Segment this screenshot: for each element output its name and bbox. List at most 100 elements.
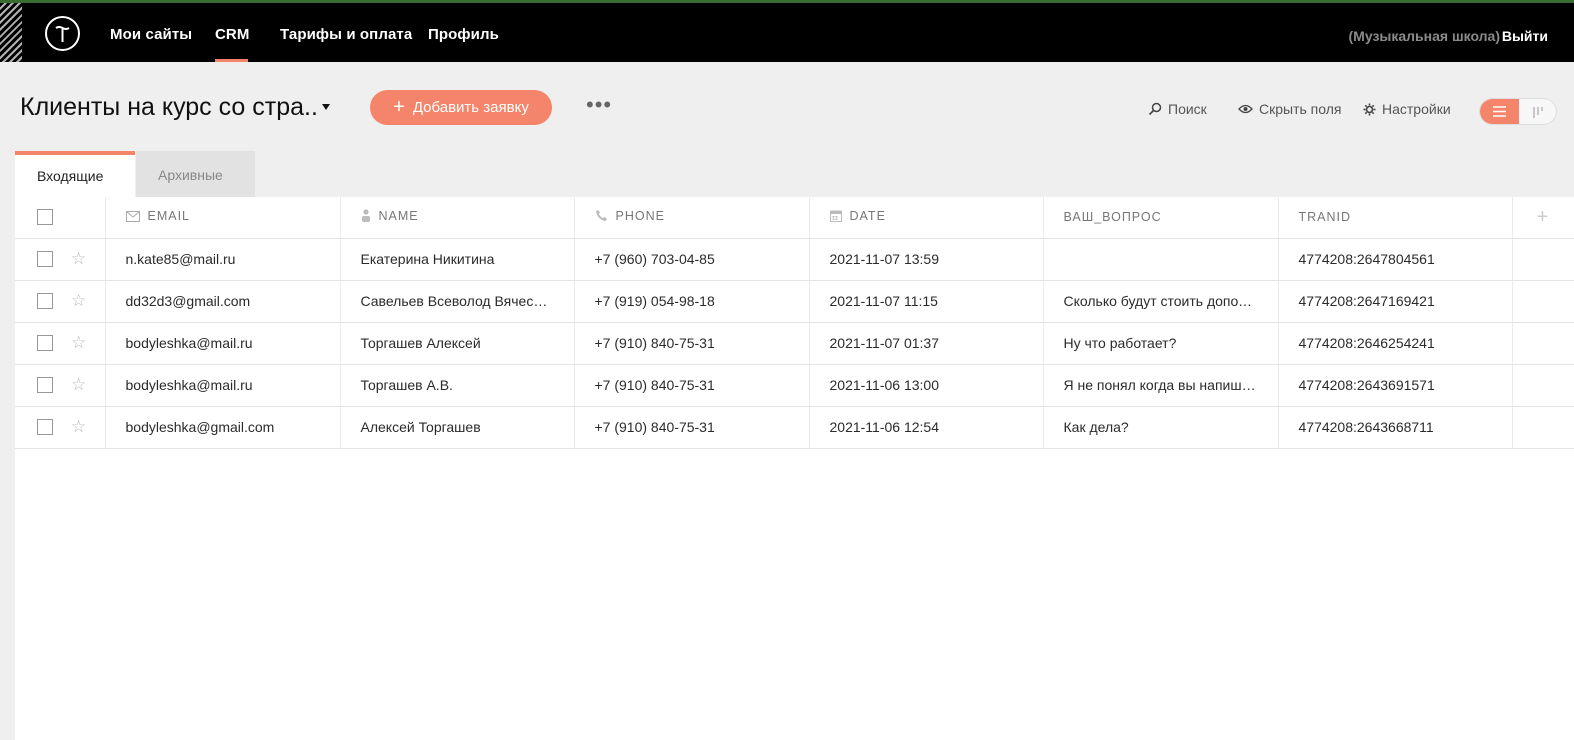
cell-phone[interactable]: +7 (910) 840-75-31 (574, 322, 810, 365)
star-icon[interactable]: ☆ (71, 417, 86, 437)
cell-phone[interactable]: +7 (960) 703-04-85 (574, 238, 810, 281)
cell-email[interactable]: bodyleshka@mail.ru (105, 364, 341, 407)
cell-email[interactable]: bodyleshka@gmail.com (105, 406, 341, 449)
tab-archived-label: Архивные (158, 167, 223, 183)
nav-my-sites[interactable]: Мои сайты (110, 26, 192, 43)
kanban-view-button[interactable] (1519, 99, 1556, 124)
row-select-cell: ☆ (15, 364, 106, 407)
cell-email[interactable]: dd32d3@gmail.com (105, 280, 341, 323)
leads-table: EMAIL NAME PHONE DATE ВАШ_ВОПРОС TRANID … (15, 197, 1574, 449)
cell-empty (1512, 322, 1574, 365)
column-header-phone[interactable]: PHONE (574, 197, 810, 239)
cell-email[interactable]: n.kate85@mail.ru (105, 238, 341, 281)
cell-name[interactable]: Екатерина Никитина (340, 238, 575, 281)
column-header-question[interactable]: ВАШ_ВОПРОС (1043, 197, 1279, 239)
cell-tranid[interactable]: 4774208:2643668711 (1278, 406, 1513, 449)
cell-phone[interactable]: +7 (910) 840-75-31 (574, 406, 810, 449)
cell-tranid[interactable]: 4774208:2643691571 (1278, 364, 1513, 407)
table-row[interactable]: ☆ bodyleshka@mail.ru Торгашев Алексей +7 (9… (15, 322, 1574, 365)
logout-link[interactable]: Выйти (1502, 28, 1548, 44)
cell-empty (1512, 280, 1574, 323)
column-header-date[interactable]: DATE (809, 197, 1044, 239)
settings-label: Настройки (1382, 101, 1451, 117)
column-header-phone-label: PHONE (615, 209, 665, 224)
cell-date[interactable]: 2021-11-07 11:15 (809, 280, 1044, 323)
table-row[interactable]: ☆ dd32d3@gmail.com Савельев Всеволод Вячес… (15, 280, 1574, 323)
star-icon[interactable]: ☆ (71, 291, 86, 311)
cell-tranid[interactable]: 4774208:2647804561 (1278, 238, 1513, 281)
cell-question[interactable]: Я не понял когда вы напишите (1043, 364, 1279, 407)
tab-incoming-label: Входящие (37, 168, 104, 184)
cell-date[interactable]: 2021-11-06 13:00 (809, 364, 1044, 407)
search-button[interactable]: Поиск (1148, 101, 1207, 117)
eye-icon (1238, 104, 1253, 114)
select-all-checkbox[interactable] (37, 209, 53, 226)
table-row[interactable]: ☆ bodyleshka@mail.ru Торгашев А.В. +7 (910)… (15, 364, 1574, 407)
gear-icon (1363, 103, 1376, 115)
nav-profile[interactable]: Профиль (428, 26, 499, 43)
cell-email[interactable]: bodyleshka@mail.ru (105, 322, 341, 365)
search-label: Поиск (1168, 101, 1207, 117)
row-select-cell: ☆ (15, 238, 106, 281)
row-select-cell: ☆ (15, 280, 106, 323)
kanban-icon (1532, 106, 1543, 118)
list-view-button[interactable] (1480, 99, 1519, 124)
table-row[interactable]: ☆ bodyleshka@gmail.com Алексей Торгашев +7 … (15, 406, 1574, 449)
cell-question[interactable]: Сколько будут стоить дополнит... (1043, 280, 1279, 323)
cell-date[interactable]: 2021-11-06 12:54 (809, 406, 1044, 449)
hide-fields-button[interactable]: Скрыть поля (1238, 101, 1342, 117)
row-checkbox[interactable] (37, 251, 53, 267)
row-checkbox[interactable] (37, 377, 53, 393)
add-column-icon[interactable]: + (1512, 197, 1574, 239)
search-icon (1148, 102, 1162, 116)
plus-icon: + (393, 96, 405, 118)
title-dropdown-caret-icon[interactable] (322, 104, 330, 110)
cell-name[interactable]: Алексей Торгашев (340, 406, 575, 449)
star-icon[interactable]: ☆ (71, 375, 86, 395)
column-header-tranid[interactable]: TRANID (1278, 197, 1513, 239)
cell-name[interactable]: Торгашев Алексей (340, 322, 575, 365)
more-options-icon[interactable]: ••• (586, 92, 612, 118)
table-row[interactable]: ☆ n.kate85@mail.ru Екатерина Никитина +7 (9… (15, 238, 1574, 281)
star-icon[interactable]: ☆ (71, 333, 86, 353)
cell-empty (1512, 406, 1574, 449)
cell-phone[interactable]: +7 (919) 054-98-18 (574, 280, 810, 323)
cell-empty (1512, 238, 1574, 281)
settings-button[interactable]: Настройки (1363, 101, 1451, 117)
column-header-name-label: NAME (378, 209, 419, 224)
column-header-name[interactable]: NAME (340, 197, 575, 239)
cell-tranid[interactable]: 4774208:2647169421 (1278, 280, 1513, 323)
tab-archived[interactable]: Архивные 0 (136, 151, 255, 231)
list-icon (1493, 106, 1506, 117)
cell-question[interactable]: Ну что работает? (1043, 322, 1279, 365)
row-select-cell: ☆ (15, 406, 106, 449)
cell-name[interactable]: Савельев Всеволод Вячеславо... (340, 280, 575, 323)
star-icon[interactable]: ☆ (71, 249, 86, 269)
leads-table-panel: EMAIL NAME PHONE DATE ВАШ_ВОПРОС TRANID … (15, 197, 1574, 740)
cell-date[interactable]: 2021-11-07 13:59 (809, 238, 1044, 281)
row-select-cell: ☆ (15, 322, 106, 365)
tilda-logo-icon[interactable] (45, 16, 80, 51)
calendar-icon (829, 209, 842, 225)
nav-tariffs[interactable]: Тарифы и оплата (280, 26, 412, 43)
cell-question[interactable] (1043, 238, 1279, 281)
row-checkbox[interactable] (37, 419, 53, 435)
cell-date[interactable]: 2021-11-07 01:37 (809, 322, 1044, 365)
page-title[interactable]: Клиенты на курс со стра.. (20, 93, 318, 122)
person-icon (361, 209, 371, 225)
column-header-email[interactable]: EMAIL (105, 197, 341, 239)
table-header-row: EMAIL NAME PHONE DATE ВАШ_ВОПРОС TRANID … (15, 197, 1574, 239)
add-request-button[interactable]: + Добавить заявку (370, 90, 552, 125)
tab-incoming[interactable]: Входящие 5 (15, 151, 135, 226)
header-select-cell (15, 197, 106, 239)
cell-phone[interactable]: +7 (910) 840-75-31 (574, 364, 810, 407)
row-checkbox[interactable] (37, 293, 53, 309)
nav-crm[interactable]: CRM (215, 26, 249, 43)
nav-active-indicator (215, 59, 248, 62)
column-header-date-label: DATE (849, 209, 886, 224)
cell-question[interactable]: Как дела? (1043, 406, 1279, 449)
cell-tranid[interactable]: 4774208:2646254241 (1278, 322, 1513, 365)
cell-name[interactable]: Торгашев А.В. (340, 364, 575, 407)
column-header-tranid-label: TRANID (1298, 210, 1352, 225)
row-checkbox[interactable] (37, 335, 53, 351)
